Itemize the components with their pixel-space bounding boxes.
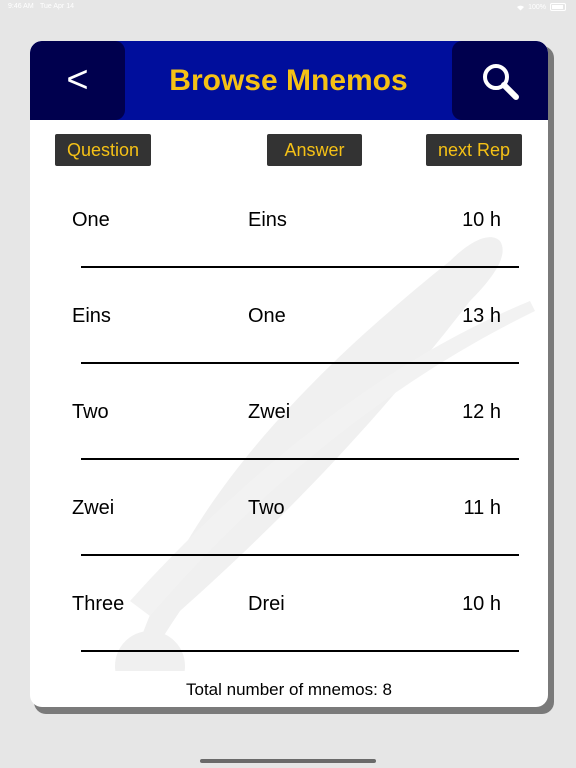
status-indicators: 100% [516, 3, 566, 11]
row-question: Eins [72, 305, 111, 327]
sort-answer-button[interactable]: Answer [267, 134, 362, 166]
mnemo-row[interactable]: Three Drei 10 h [30, 556, 548, 652]
browse-card: < Browse Mnemos Question Answer next Rep… [30, 41, 548, 707]
status-bar: 9:46 AM Tue Apr 14 100% [0, 0, 576, 14]
magnifier-icon [483, 63, 519, 100]
header-bar: < Browse Mnemos [30, 41, 548, 120]
mnemo-row[interactable]: Zwei Two 11 h [30, 460, 548, 556]
row-answer: Eins [248, 209, 287, 231]
row-answer: One [248, 305, 286, 327]
row-next-rep: 13 h [462, 305, 501, 327]
row-answer: Zwei [248, 401, 291, 423]
search-button[interactable] [452, 41, 548, 120]
mnemo-row[interactable]: Two Zwei 12 h [30, 364, 548, 460]
mnemo-row[interactable]: One Eins 10 h [30, 172, 548, 268]
wifi-icon [516, 4, 525, 11]
row-question: Three [72, 593, 125, 615]
back-button[interactable]: < [30, 41, 125, 120]
row-question: Two [72, 401, 109, 423]
row-next-rep: 11 h [463, 497, 501, 519]
row-divider [81, 650, 519, 652]
mnemo-list: One Eins 10 h Eins One 13 h Two Zwei 12 … [30, 172, 548, 652]
row-next-rep: 10 h [462, 593, 501, 615]
back-label: < [66, 59, 89, 101]
total-mnemos-label: Total number of mnemos: 8 [186, 680, 392, 699]
sort-next-rep-button[interactable]: next Rep [426, 134, 522, 166]
home-indicator[interactable] [200, 759, 376, 763]
page-title: Browse Mnemos [169, 63, 408, 97]
mnemo-row[interactable]: Eins One 13 h [30, 268, 548, 364]
row-next-rep: 10 h [462, 209, 501, 231]
status-date: Tue Apr 14 [40, 3, 74, 10]
battery-percent: 100% [528, 3, 546, 11]
row-question: One [72, 209, 110, 231]
row-answer: Drei [248, 593, 285, 615]
row-next-rep: 12 h [462, 401, 501, 423]
status-time: 9:46 AM [8, 3, 34, 10]
row-answer: Two [248, 497, 285, 519]
row-question: Zwei [72, 497, 115, 519]
battery-icon [550, 3, 566, 11]
sort-question-button[interactable]: Question [55, 134, 151, 166]
